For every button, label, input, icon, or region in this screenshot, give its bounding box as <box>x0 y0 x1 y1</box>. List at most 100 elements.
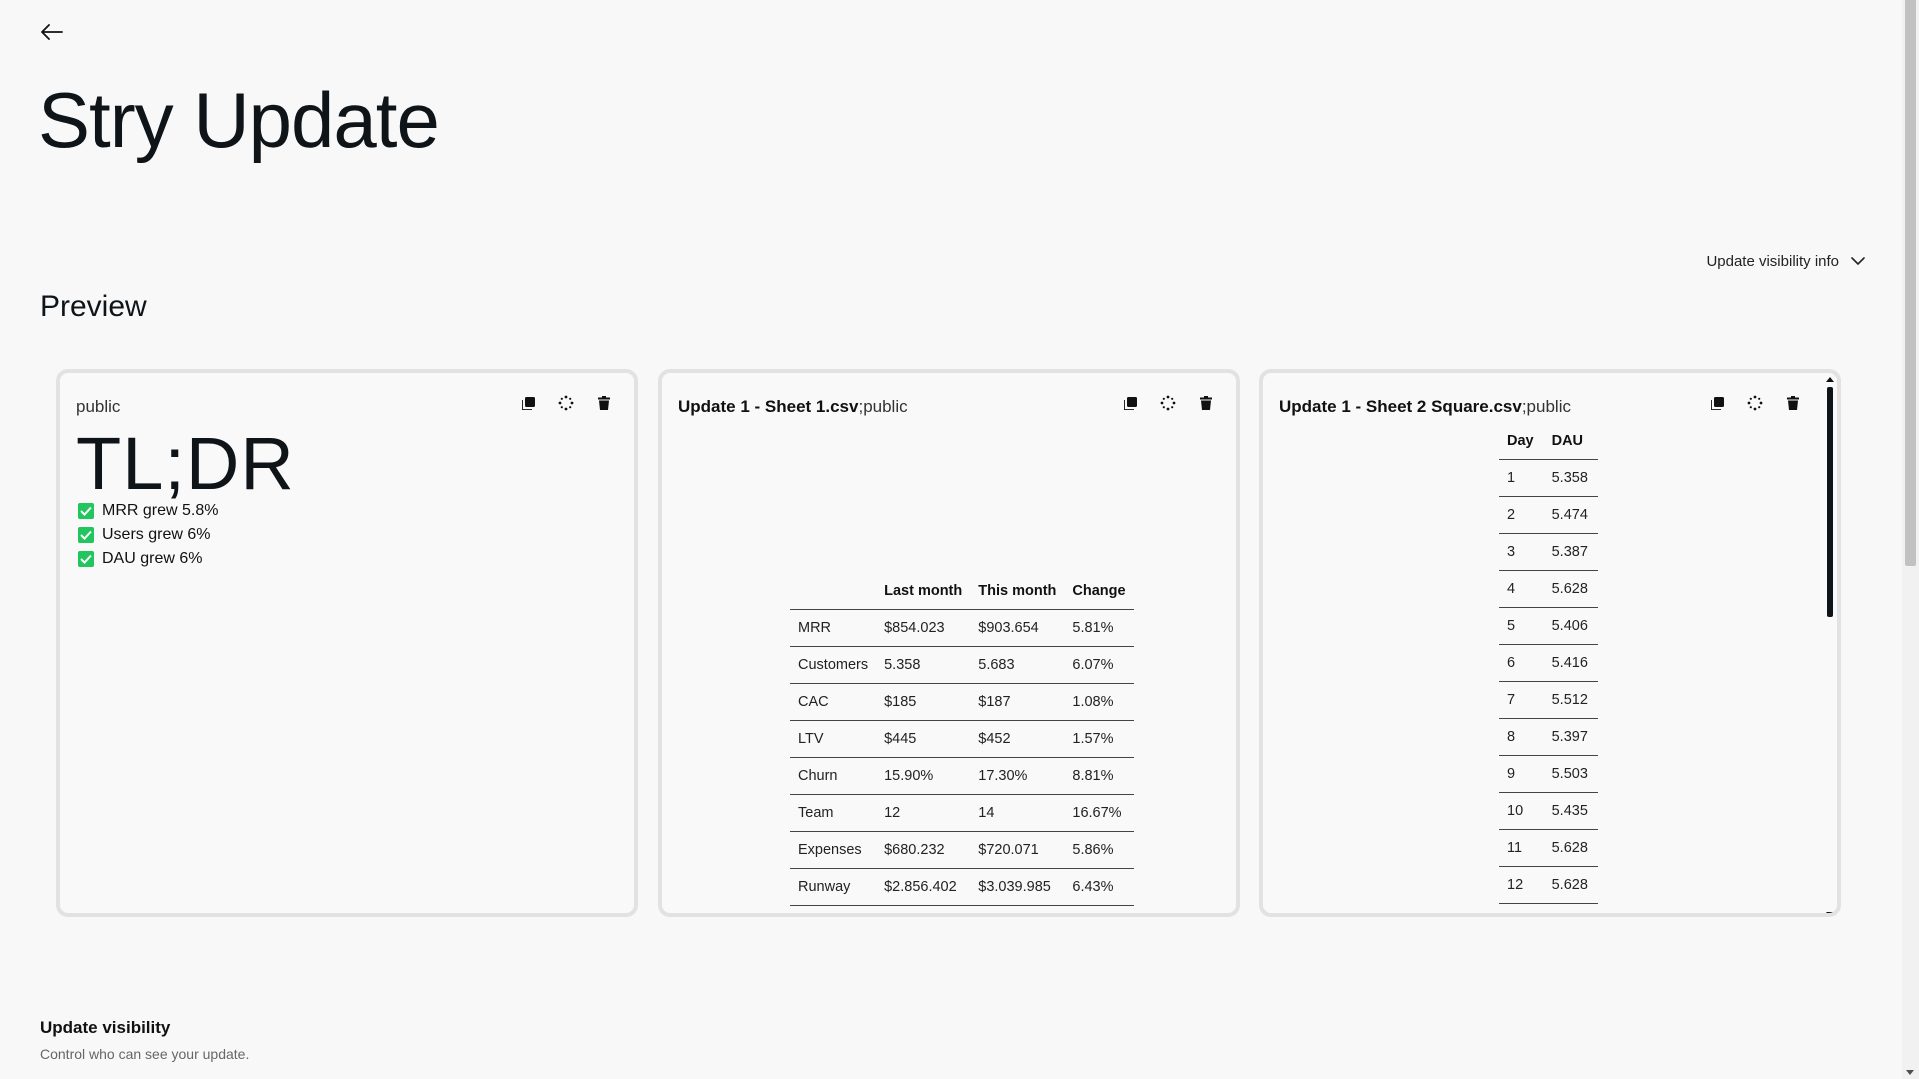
column-header: Last month <box>876 573 971 610</box>
checkbox-checked[interactable] <box>78 527 94 543</box>
checklist-label: Users grew 6% <box>102 526 211 543</box>
trash-icon <box>1787 396 1799 410</box>
table-cell: 10 <box>1499 792 1544 830</box>
copy-button[interactable] <box>1709 395 1725 411</box>
table-row: Churn 15.90% 17.30% 8.81% <box>790 757 1134 795</box>
table-row: 9 5.503 <box>1499 755 1598 793</box>
table-cell: 6.07% <box>1064 646 1134 684</box>
table-cell: $445 <box>876 720 971 758</box>
delete-button[interactable] <box>1785 395 1801 411</box>
table-cell: Customers <box>790 646 877 684</box>
back-button[interactable] <box>38 18 66 46</box>
card-actions <box>1709 395 1801 411</box>
scrollbar-thumb[interactable] <box>1827 387 1833 617</box>
table-cell: 1.57% <box>1064 720 1134 758</box>
table-cell: 6 <box>1499 644 1544 682</box>
drag-move-icon <box>1160 395 1176 411</box>
column-header: Change <box>1064 573 1134 610</box>
card-title: Update 1 - Sheet 1.csv <box>678 397 859 416</box>
checkmark-icon <box>80 506 92 516</box>
table-cell: $452 <box>970 720 1065 758</box>
checkmark-icon <box>80 530 92 540</box>
checkmark-icon <box>80 554 92 564</box>
delete-button[interactable] <box>1198 395 1214 411</box>
table-cell: 12 <box>1499 866 1544 904</box>
table-row: 2 5.474 <box>1499 496 1598 534</box>
drag-move-icon <box>558 395 574 411</box>
table-row: MRR $854.023 $903.654 5.81% <box>790 609 1134 647</box>
page-scrollbar[interactable] <box>1902 0 1919 1079</box>
checklist-item: MRR grew 5.8% <box>78 499 218 523</box>
table-cell: 5.406 <box>1543 607 1598 645</box>
table-row: 8 5.397 <box>1499 718 1598 756</box>
checkbox-checked[interactable] <box>78 503 94 519</box>
copy-button[interactable] <box>520 395 536 411</box>
dau-table-viewport[interactable]: Day DAU 1 5.358 2 5.474 3 5.387 4 5.628 5 5.4… <box>1263 423 1833 913</box>
table-cell: $720.071 <box>970 831 1065 869</box>
table-cell: $2.856.402 <box>876 868 971 906</box>
checklist-item: DAU grew 6% <box>78 547 218 571</box>
table-cell: $680.232 <box>876 831 971 869</box>
card-visibility: public <box>76 397 121 416</box>
sheet1-card[interactable]: Update 1 - Sheet 1.csv;public Last month… <box>658 369 1240 917</box>
table-cell: $854.023 <box>876 609 971 647</box>
table-cell: $185 <box>876 683 971 721</box>
table-cell: $187 <box>970 683 1065 721</box>
table-cell: 5.628 <box>1543 829 1598 867</box>
checklist-item: Users grew 6% <box>78 523 218 547</box>
table-row: 5 5.406 <box>1499 607 1598 645</box>
table-cell: 11 <box>1499 829 1544 867</box>
table-cell: 9 <box>1499 755 1544 793</box>
card-scrollbar[interactable] <box>1826 377 1834 913</box>
table-cell: 5.416 <box>1543 644 1598 682</box>
scroll-up-icon[interactable] <box>1826 377 1834 382</box>
table-row: 10 5.435 <box>1499 792 1598 830</box>
table-cell: 1 <box>1499 459 1544 497</box>
checklist: MRR grew 5.8% Users grew 6% DAU grew 6% <box>78 499 218 571</box>
page-scrollbar-thumb[interactable] <box>1905 0 1916 566</box>
checkbox-checked[interactable] <box>78 551 94 567</box>
table-row: 12 5.628 <box>1499 866 1598 904</box>
arrow-left-icon <box>41 24 63 40</box>
column-header: DAU <box>1543 423 1598 460</box>
table-cell: 5.358 <box>876 646 971 684</box>
copy-icon <box>521 396 535 410</box>
copy-button[interactable] <box>1122 395 1138 411</box>
table-row: CAC $185 $187 1.08% <box>790 683 1134 721</box>
card-visibility: ;public <box>858 397 908 416</box>
table-cell: 3 <box>1499 533 1544 571</box>
table-cell: 15.90% <box>876 757 971 795</box>
table-cell: 5.397 <box>1543 718 1598 756</box>
card-visibility: ;public <box>1521 397 1571 416</box>
drag-move-icon <box>1747 395 1763 411</box>
table-row: Team 12 14 16.67% <box>790 794 1134 832</box>
page-title: Stry Update <box>38 76 440 164</box>
table-header-row: Last month This month Change <box>790 573 1134 610</box>
table-row: Runway $2.856.402 $3.039.985 6.43% <box>790 868 1134 906</box>
tldr-card[interactable]: public TL;DR MRR grew 5.8% Users grew 6%… <box>56 369 638 917</box>
scroll-down-icon[interactable] <box>1826 912 1834 913</box>
update-visibility-title: Update visibility <box>40 1018 171 1037</box>
move-button[interactable] <box>1747 395 1763 411</box>
table-row: 1 5.358 <box>1499 459 1598 497</box>
tldr-heading: TL;DR <box>76 422 295 505</box>
move-button[interactable] <box>558 395 574 411</box>
table-row: 11 5.628 <box>1499 829 1598 867</box>
table-row: 4 5.628 <box>1499 570 1598 608</box>
copy-icon <box>1123 396 1137 410</box>
table-cell: 8 <box>1499 718 1544 756</box>
card-actions <box>520 395 612 411</box>
card-header: Update 1 - Sheet 2 Square.csv;public <box>1279 397 1571 417</box>
table-cell: Runway <box>790 868 877 906</box>
table-cell: 5.435 <box>1543 792 1598 830</box>
card-actions <box>1122 395 1214 411</box>
trash-icon <box>1200 396 1212 410</box>
scroll-down-icon[interactable] <box>1906 1070 1914 1075</box>
card-title: Update 1 - Sheet 2 Square.csv <box>1279 397 1522 416</box>
update-visibility-info-toggle[interactable]: Update visibility info <box>1706 253 1865 270</box>
table-cell: $3.039.985 <box>970 868 1065 906</box>
move-button[interactable] <box>1160 395 1176 411</box>
delete-button[interactable] <box>596 395 612 411</box>
sheet2-card[interactable]: Update 1 - Sheet 2 Square.csv;public Day… <box>1259 369 1841 917</box>
metrics-table: Last month This month Change MRR $854.02… <box>790 573 1134 906</box>
